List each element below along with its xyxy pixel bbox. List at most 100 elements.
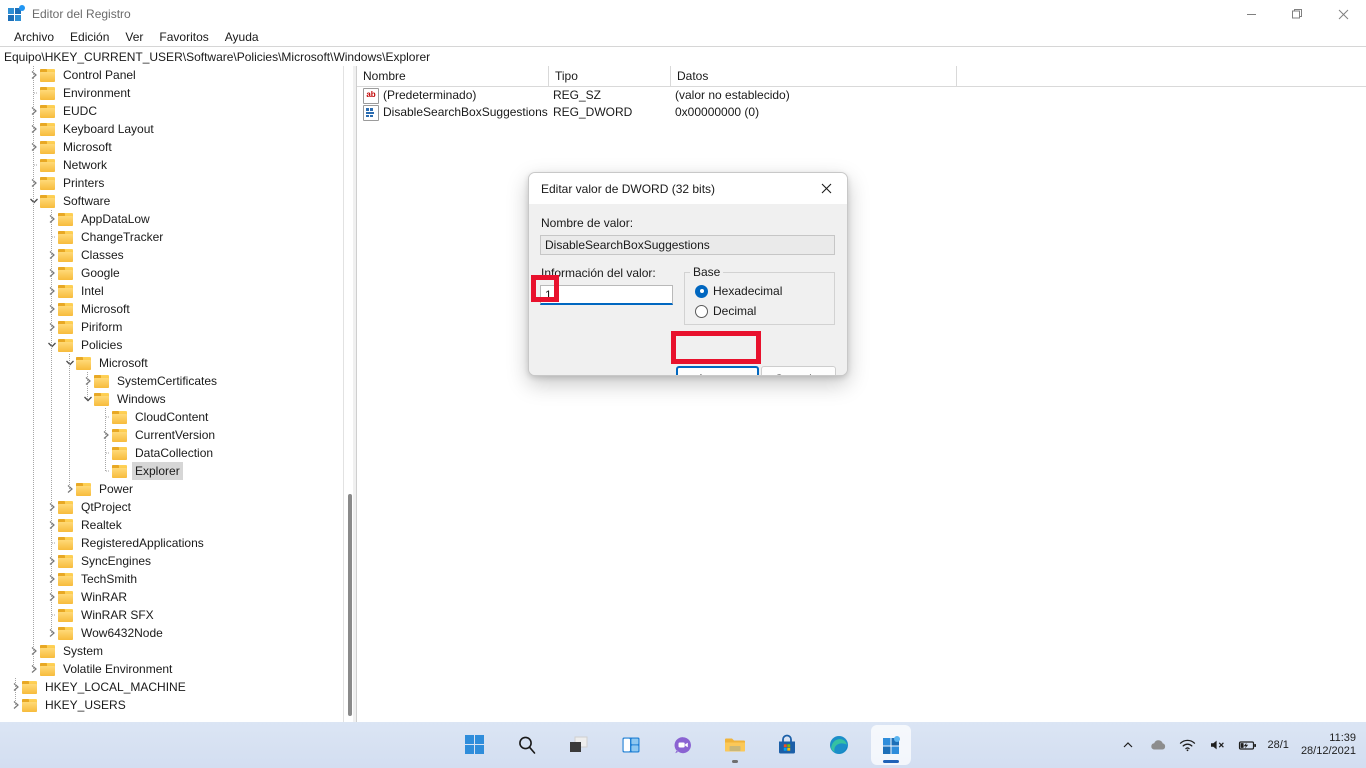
- tree-item-printers[interactable]: Printers: [0, 174, 344, 192]
- chevron-right-icon[interactable]: [28, 660, 40, 678]
- tree-guide-line: [87, 372, 88, 399]
- registry-editor-button[interactable]: [871, 725, 911, 765]
- chevron-right-icon[interactable]: [46, 318, 58, 336]
- radio-decimal[interactable]: Decimal: [695, 304, 756, 318]
- chevron-down-icon[interactable]: [46, 336, 58, 354]
- tree-item-software[interactable]: Software: [0, 192, 344, 210]
- chevron-right-icon[interactable]: [46, 624, 58, 642]
- start-button[interactable]: [455, 725, 495, 765]
- accept-button[interactable]: Aceptar: [676, 366, 759, 375]
- tree-item-volatile-environment[interactable]: Volatile Environment: [0, 660, 344, 678]
- maximize-button[interactable]: [1274, 0, 1320, 28]
- chevron-right-icon[interactable]: [46, 588, 58, 606]
- column-header-datos[interactable]: Datos: [671, 66, 957, 86]
- battery-charging-icon[interactable]: [1238, 735, 1258, 755]
- minimize-button[interactable]: [1228, 0, 1274, 28]
- cloud-icon[interactable]: [1148, 735, 1168, 755]
- wifi-icon[interactable]: [1178, 735, 1198, 755]
- menu-ayuda[interactable]: Ayuda: [217, 28, 267, 46]
- chevron-right-icon[interactable]: [64, 480, 76, 498]
- chevron-right-icon[interactable]: [46, 570, 58, 588]
- chevron-right-icon[interactable]: [46, 210, 58, 228]
- tree-item-system[interactable]: System: [0, 642, 344, 660]
- edge-button[interactable]: [819, 725, 859, 765]
- registry-tree: Control Panel Environment EUDC Keyboard Lay…: [0, 66, 344, 714]
- cell-nombre: DisableSearchBoxSuggestions: [383, 105, 548, 119]
- tree-connector: [28, 156, 40, 174]
- running-indicator: [732, 760, 738, 763]
- value-name-input[interactable]: DisableSearchBoxSuggestions: [540, 235, 835, 255]
- tree-item-network[interactable]: Network: [0, 156, 344, 174]
- chevron-right-icon[interactable]: [46, 282, 58, 300]
- chevron-right-icon[interactable]: [46, 246, 58, 264]
- dialog-close-button[interactable]: [805, 173, 847, 204]
- value-name-label: Nombre de valor:: [541, 216, 634, 230]
- folder-icon: [58, 338, 73, 352]
- chevron-right-icon[interactable]: [28, 138, 40, 156]
- search-button[interactable]: [507, 725, 547, 765]
- tree-item-label: AppDataLow: [81, 212, 150, 226]
- folder-icon: [58, 590, 73, 604]
- volume-muted-icon[interactable]: [1208, 735, 1228, 755]
- chevron-right-icon[interactable]: [10, 696, 22, 714]
- chevron-right-icon[interactable]: [46, 498, 58, 516]
- chevron-right-icon[interactable]: [46, 264, 58, 282]
- address-bar[interactable]: Equipo\HKEY_CURRENT_USER\Software\Polici…: [0, 46, 1366, 67]
- table-row[interactable]: DisableSearchBoxSuggestions REG_DWORD 0x00…: [357, 104, 1366, 121]
- tree-item-control-panel[interactable]: Control Panel: [0, 66, 344, 84]
- chevron-down-icon[interactable]: [64, 354, 76, 372]
- menu-archivo[interactable]: Archivo: [6, 28, 62, 46]
- chat-button[interactable]: [663, 725, 703, 765]
- folder-icon: [58, 500, 73, 514]
- tree-item-label: TechSmith: [81, 572, 138, 586]
- base-group-label: Base: [690, 265, 724, 279]
- menu-favoritos[interactable]: Favoritos: [151, 28, 216, 46]
- value-data-input[interactable]: 1: [540, 285, 673, 305]
- chevron-right-icon[interactable]: [28, 642, 40, 660]
- chevron-right-icon[interactable]: [28, 120, 40, 138]
- values-list-pane: Nombre Tipo Datos ab (Predeterminado) REG_…: [356, 66, 1366, 722]
- chevron-right-icon[interactable]: [28, 66, 40, 84]
- menu-edicion[interactable]: Edición: [62, 28, 117, 46]
- chevron-down-icon[interactable]: [82, 390, 94, 408]
- folder-icon: [40, 86, 55, 100]
- chevron-right-icon[interactable]: [28, 174, 40, 192]
- search-icon: [519, 736, 536, 754]
- chevron-right-icon[interactable]: [46, 552, 58, 570]
- folder-icon: [58, 284, 73, 298]
- file-explorer-button[interactable]: [715, 725, 755, 765]
- tree-item-hkey-local-machine[interactable]: HKEY_LOCAL_MACHINE: [0, 678, 344, 696]
- chevron-right-icon[interactable]: [46, 300, 58, 318]
- column-header-nombre[interactable]: Nombre: [357, 66, 549, 86]
- tree-scrollbar-thumb[interactable]: [348, 494, 352, 716]
- column-header-tipo[interactable]: Tipo: [549, 66, 671, 86]
- folder-icon: [112, 410, 127, 424]
- radio-decimal-label: Decimal: [713, 304, 757, 318]
- chevron-up-icon[interactable]: [1118, 735, 1138, 755]
- chevron-down-icon[interactable]: [28, 192, 40, 210]
- folder-icon: [40, 68, 55, 82]
- folder-icon: [58, 230, 73, 244]
- tree-item-eudc[interactable]: EUDC: [0, 102, 344, 120]
- tree-item-keyboard-layout[interactable]: Keyboard Layout: [0, 120, 344, 138]
- chevron-right-icon[interactable]: [100, 426, 112, 444]
- chevron-right-icon[interactable]: [82, 372, 94, 390]
- microsoft-store-button[interactable]: [767, 725, 807, 765]
- table-row[interactable]: ab (Predeterminado) REG_SZ (valor no establ…: [357, 87, 1366, 104]
- chevron-right-icon[interactable]: [46, 516, 58, 534]
- close-button[interactable]: [1320, 0, 1366, 28]
- tree-item-label: Microsoft: [81, 302, 130, 316]
- chevron-right-icon[interactable]: [28, 102, 40, 120]
- radio-hexadecimal[interactable]: Hexadecimal: [695, 284, 782, 298]
- menu-ver[interactable]: Ver: [117, 28, 151, 46]
- tree-item-environment[interactable]: Environment: [0, 84, 344, 102]
- tree-item-hkey-users[interactable]: HKEY_USERS: [0, 696, 344, 714]
- taskbar: 28/1 11:39 28/12/2021: [0, 722, 1366, 768]
- task-view-button[interactable]: [559, 725, 599, 765]
- cancel-button[interactable]: Cancelar: [761, 366, 836, 375]
- clock-date: 28/12/2021: [1300, 745, 1356, 757]
- tree-item-microsoft[interactable]: Microsoft: [0, 138, 344, 156]
- chevron-right-icon[interactable]: [10, 678, 22, 696]
- widgets-button[interactable]: [611, 725, 651, 765]
- clock[interactable]: 11:39 28/12/2021: [1301, 732, 1356, 758]
